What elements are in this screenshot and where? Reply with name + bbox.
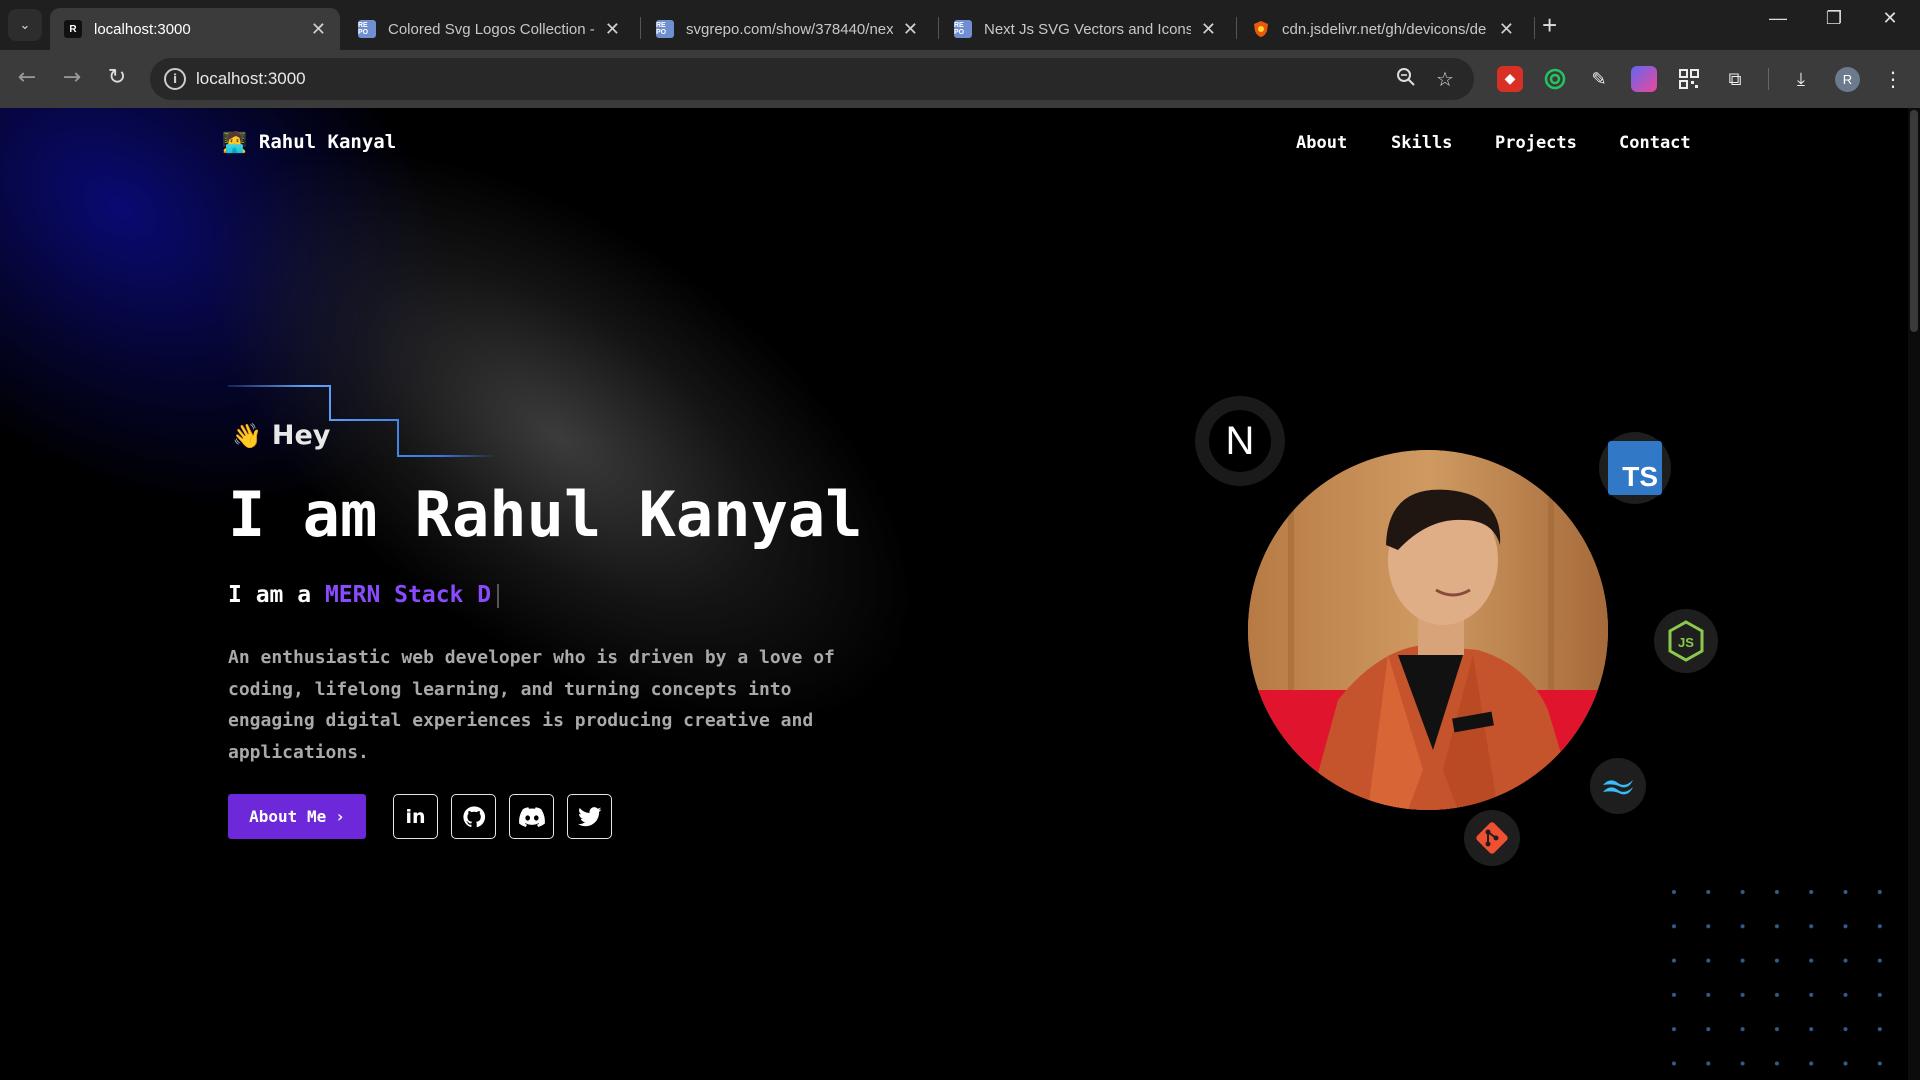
extension-red-icon[interactable]: ◆ bbox=[1497, 66, 1523, 92]
site-info-icon[interactable]: i bbox=[164, 68, 186, 90]
tab-title: Next Js SVG Vectors and Icons - bbox=[984, 20, 1191, 38]
address-url: localhost:3000 bbox=[196, 69, 306, 88]
tab-title: Colored Svg Logos Collection - bbox=[388, 20, 595, 38]
github-button[interactable] bbox=[451, 794, 496, 839]
close-window-button[interactable]: ✕ bbox=[1870, 8, 1910, 29]
nextjs-icon: N bbox=[1195, 396, 1285, 486]
more-menu-icon[interactable]: ⋮ bbox=[1880, 66, 1906, 92]
new-tab-button[interactable]: + bbox=[1542, 10, 1557, 41]
browser-tab-jsdelivr[interactable]: cdn.jsdelivr.net/gh/devicons/de ✕ bbox=[1238, 8, 1528, 50]
browser-toolbar: ← → ↻ i localhost:3000 ☆ ◆ ✎ ⧉ ⤓ R ⋮ bbox=[0, 50, 1920, 108]
close-tab-icon[interactable]: ✕ bbox=[1499, 19, 1514, 40]
greeting-text: Hey bbox=[271, 420, 331, 451]
developer-emoji-icon: 🧑‍💻 bbox=[222, 130, 247, 154]
chevron-right-icon: › bbox=[335, 807, 345, 826]
brand-name: Rahul Kanyal bbox=[258, 131, 397, 153]
toolbar-divider bbox=[1768, 68, 1769, 90]
about-me-button[interactable]: About Me › bbox=[228, 794, 366, 839]
nav-link-skills[interactable]: Skills bbox=[1391, 133, 1452, 153]
svg-text:JS: JS bbox=[1678, 635, 1694, 650]
tab-divider bbox=[938, 17, 939, 39]
color-picker-icon[interactable]: ✎ bbox=[1586, 66, 1612, 92]
discord-icon bbox=[518, 806, 545, 827]
dot-grid-decoration bbox=[1670, 888, 1890, 1080]
site-logo[interactable]: 🧑‍💻 Rahul Kanyal bbox=[222, 130, 396, 154]
tab-divider bbox=[1534, 17, 1535, 39]
tab-divider bbox=[640, 17, 641, 39]
nextjs-letter: N bbox=[1209, 410, 1271, 472]
qr-code-icon[interactable] bbox=[1676, 66, 1702, 92]
github-icon bbox=[462, 805, 485, 827]
chevron-down-icon: ⌄ bbox=[19, 17, 31, 33]
close-tab-icon[interactable]: ✕ bbox=[1201, 19, 1216, 40]
browser-tab-svgrepo[interactable]: RE PO svgrepo.com/show/378440/nex ✕ bbox=[642, 8, 932, 50]
address-bar[interactable]: i localhost:3000 ☆ bbox=[150, 58, 1474, 100]
tab-title: svgrepo.com/show/378440/nex bbox=[686, 20, 893, 38]
extensions-puzzle-icon[interactable]: ⧉ bbox=[1722, 66, 1748, 92]
git-icon bbox=[1464, 810, 1520, 866]
nav-link-about[interactable]: About bbox=[1296, 133, 1347, 153]
about-me-label: About Me bbox=[249, 807, 327, 826]
hero-bio: An enthusiastic web developer who is dri… bbox=[228, 647, 835, 763]
profile-avatar[interactable]: R bbox=[1835, 67, 1860, 92]
reload-button[interactable]: ↻ bbox=[102, 65, 132, 90]
greeting: 👋 Hey bbox=[232, 420, 330, 451]
browser-tab-localhost[interactable]: R localhost:3000 ✕ bbox=[50, 8, 340, 50]
back-button[interactable]: ← bbox=[12, 65, 42, 90]
linkedin-button[interactable]: in bbox=[393, 794, 438, 839]
twitter-icon bbox=[577, 806, 601, 826]
close-tab-icon[interactable]: ✕ bbox=[311, 19, 326, 40]
close-tab-icon[interactable]: ✕ bbox=[903, 19, 918, 40]
typing-caret bbox=[497, 583, 500, 608]
close-tab-icon[interactable]: ✕ bbox=[605, 19, 620, 40]
browser-tab-strip: ⌄ R localhost:3000 ✕ RE PO Colored Svg L… bbox=[0, 0, 1920, 50]
download-icon[interactable]: ⤓ bbox=[1788, 66, 1814, 92]
nodejs-hexagon: JS bbox=[1668, 620, 1704, 662]
scrollbar-thumb[interactable] bbox=[1910, 110, 1918, 332]
tailwind-icon bbox=[1590, 758, 1646, 814]
hero-subheadline: I am a MERN Stack D bbox=[228, 582, 500, 608]
profile-photo bbox=[1248, 450, 1608, 810]
tab-title: cdn.jsdelivr.net/gh/devicons/de bbox=[1282, 20, 1487, 38]
minimize-button[interactable]: — bbox=[1758, 8, 1798, 29]
tab-favicon: RE PO bbox=[954, 20, 972, 38]
discord-button[interactable] bbox=[509, 794, 554, 839]
tab-search-button[interactable]: ⌄ bbox=[8, 9, 42, 41]
browser-tab-svg-logos[interactable]: RE PO Colored Svg Logos Collection - ✕ bbox=[344, 8, 634, 50]
nav-link-contact[interactable]: Contact bbox=[1619, 133, 1691, 153]
tab-title: localhost:3000 bbox=[94, 20, 191, 38]
waving-hand-icon: 👋 bbox=[232, 421, 262, 450]
tab-favicon: R bbox=[64, 20, 82, 38]
browser-tab-nextjs-vectors[interactable]: RE PO Next Js SVG Vectors and Icons - ✕ bbox=[940, 8, 1230, 50]
twitter-button[interactable] bbox=[567, 794, 612, 839]
tab-divider bbox=[1236, 17, 1237, 39]
restore-button[interactable]: ❐ bbox=[1814, 8, 1854, 29]
tab-favicon: RE PO bbox=[358, 20, 376, 38]
hero-headline: I am Rahul Kanyal bbox=[228, 478, 863, 551]
page-scrollbar[interactable] bbox=[1908, 108, 1920, 1080]
extension-target-icon[interactable] bbox=[1542, 66, 1568, 92]
tab-favicon: RE PO bbox=[656, 20, 674, 38]
typescript-letters: TS bbox=[1608, 441, 1662, 495]
zoom-icon[interactable] bbox=[1396, 67, 1416, 92]
typescript-icon: TS bbox=[1599, 432, 1671, 504]
extension-gradient-icon[interactable] bbox=[1631, 66, 1657, 92]
bookmark-star-icon[interactable]: ☆ bbox=[1436, 67, 1454, 91]
nodejs-icon: JS bbox=[1654, 609, 1718, 673]
nav-link-projects[interactable]: Projects bbox=[1495, 133, 1577, 153]
typed-role-text: MERN Stack D bbox=[324, 582, 492, 608]
page-viewport: 🧑‍💻 Rahul Kanyal About Skills Projects C… bbox=[0, 108, 1920, 1080]
linkedin-icon: in bbox=[405, 805, 426, 828]
forward-button[interactable]: → bbox=[57, 65, 87, 90]
shield-icon bbox=[1252, 20, 1270, 38]
subheadline-prefix: I am a bbox=[228, 582, 325, 608]
